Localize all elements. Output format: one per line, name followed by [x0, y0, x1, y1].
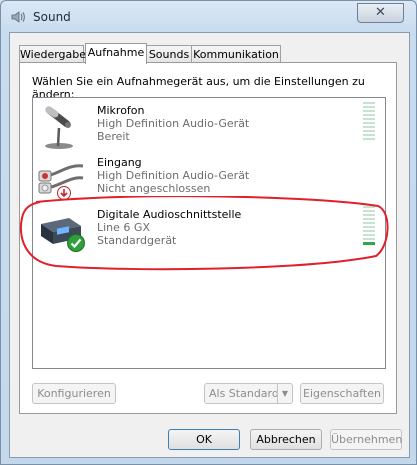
close-button[interactable]: ✕: [357, 3, 404, 23]
speaker-icon: [11, 11, 25, 23]
default-checkmark-icon: [67, 234, 85, 252]
window-title: Sound: [33, 10, 71, 24]
device-type: High Definition Audio-Gerät: [97, 117, 250, 130]
close-icon: ✕: [375, 5, 386, 20]
title-bar[interactable]: Sound ✕: [1, 1, 416, 33]
configure-button[interactable]: Konfigurieren: [32, 383, 116, 404]
device-item-digitale-audioschnittstelle[interactable]: Digitale Audioschnittstelle Line 6 GX St…: [33, 204, 385, 256]
device-status: Nicht angeschlossen: [97, 182, 211, 195]
device-name: Mikrofon: [97, 104, 145, 117]
tab-wiedergabe[interactable]: Wiedergabe: [19, 45, 86, 63]
device-type: Line 6 GX: [97, 221, 150, 234]
recording-device-list[interactable]: Mikrofon High Definition Audio-Gerät Ber…: [32, 97, 386, 369]
device-status: Standardgerät: [97, 234, 177, 247]
level-meter: [363, 102, 375, 142]
microphone-icon: [45, 106, 73, 149]
tab-kommunikation[interactable]: Kommunikation: [191, 45, 281, 63]
set-default-button[interactable]: Als Standard ▼: [204, 383, 293, 404]
sound-dialog: Sound ✕ Wiedergabe Aufnahme Sounds Kommu…: [0, 0, 417, 465]
device-item-mikrofon[interactable]: Mikrofon High Definition Audio-Gerät Ber…: [33, 100, 385, 152]
tab-aufnahme[interactable]: Aufnahme: [85, 43, 147, 64]
dialog-client-area: Wiedergabe Aufnahme Sounds Kommunikation…: [9, 32, 410, 458]
ok-button[interactable]: OK: [168, 429, 240, 450]
device-status: Bereit: [97, 130, 130, 143]
recording-tab-panel: Wählen Sie ein Aufnahmegerät aus, um die…: [19, 62, 397, 414]
device-type: High Definition Audio-Gerät: [97, 169, 250, 182]
device-item-eingang[interactable]: Eingang High Definition Audio-Gerät Nich…: [33, 152, 385, 204]
disconnected-arrow-icon: [57, 186, 71, 200]
set-default-label: Als Standard: [209, 387, 279, 400]
cancel-button[interactable]: Abbrechen: [250, 429, 322, 450]
level-meter: [363, 206, 375, 246]
tab-sounds[interactable]: Sounds: [146, 45, 192, 63]
apply-button[interactable]: Übernehmen: [330, 429, 402, 450]
device-name: Digitale Audioschnittstelle: [97, 208, 242, 221]
device-name: Eingang: [97, 156, 142, 169]
chevron-down-icon[interactable]: ▼: [277, 384, 292, 403]
properties-button[interactable]: Eigenschaften: [300, 383, 384, 404]
